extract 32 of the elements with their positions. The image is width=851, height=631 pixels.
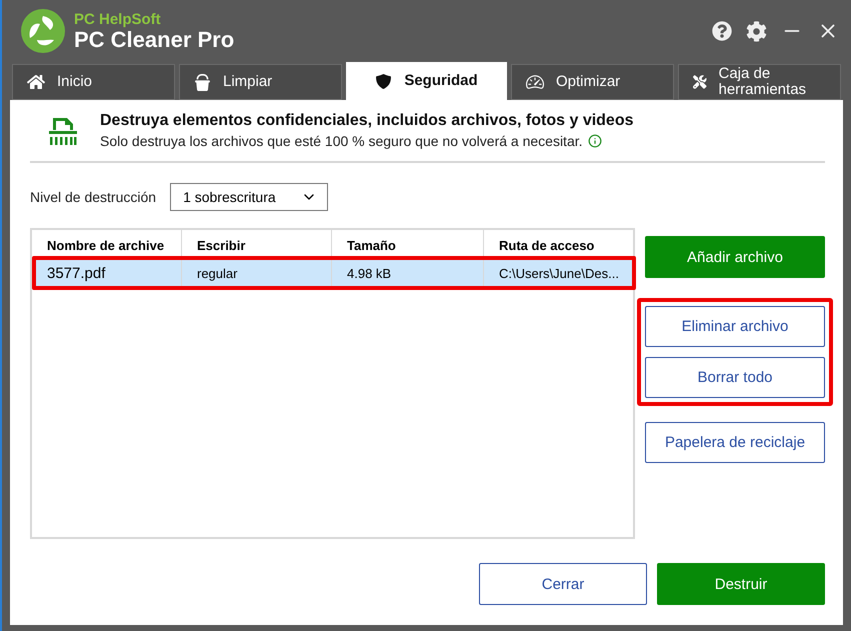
table-cell: 3577.pdf: [32, 260, 182, 286]
tab[interactable]: Optimizar: [511, 64, 674, 100]
gauge-icon: [526, 73, 544, 91]
table-cell: C:\Users\June\Des...: [484, 260, 633, 286]
help-icon[interactable]: [712, 21, 732, 41]
primary-button[interactable]: Añadir archivo: [645, 236, 825, 278]
outline-button[interactable]: Papelera de reciclaje: [645, 422, 825, 463]
tools-icon: [693, 73, 706, 91]
info-icon[interactable]: [588, 134, 602, 148]
column-header[interactable]: Ruta de acceso: [484, 230, 633, 260]
home-icon: [27, 73, 45, 91]
shield-icon: [375, 72, 392, 90]
table-cell: 4.98 kB: [332, 260, 484, 286]
table-cell: regular: [182, 260, 332, 286]
level-dropdown[interactable]: 1 sobrescritura: [170, 183, 328, 211]
bucket-icon: [194, 74, 211, 90]
header-title: Destruya elementos confidenciales, incluidos archivos, fotos y videos: [100, 112, 634, 130]
tab[interactable]: Seguridad: [346, 62, 507, 100]
logo-icon: [20, 8, 66, 54]
tab[interactable]: Inicio: [12, 64, 175, 100]
outline-button[interactable]: Eliminar archivo: [645, 306, 825, 347]
outline-button[interactable]: Cerrar: [479, 563, 647, 605]
tab[interactable]: Limpiar: [179, 64, 342, 100]
settings-icon[interactable]: [746, 20, 767, 42]
brand-name: PC HelpSoft: [74, 12, 162, 26]
header-subtitle: Solo destruya los archivos que esté 100 % seguro que no volverá a necesitar.: [100, 133, 583, 149]
primary-button[interactable]: Destruir: [657, 563, 825, 605]
level-label: Nivel de destrucción: [30, 189, 156, 205]
outline-button[interactable]: Borrar todo: [645, 357, 825, 398]
shredder-icon: [48, 116, 78, 146]
tab[interactable]: Caja de herramientas: [678, 64, 841, 100]
window-title: PC Cleaner Pro: [74, 28, 234, 50]
